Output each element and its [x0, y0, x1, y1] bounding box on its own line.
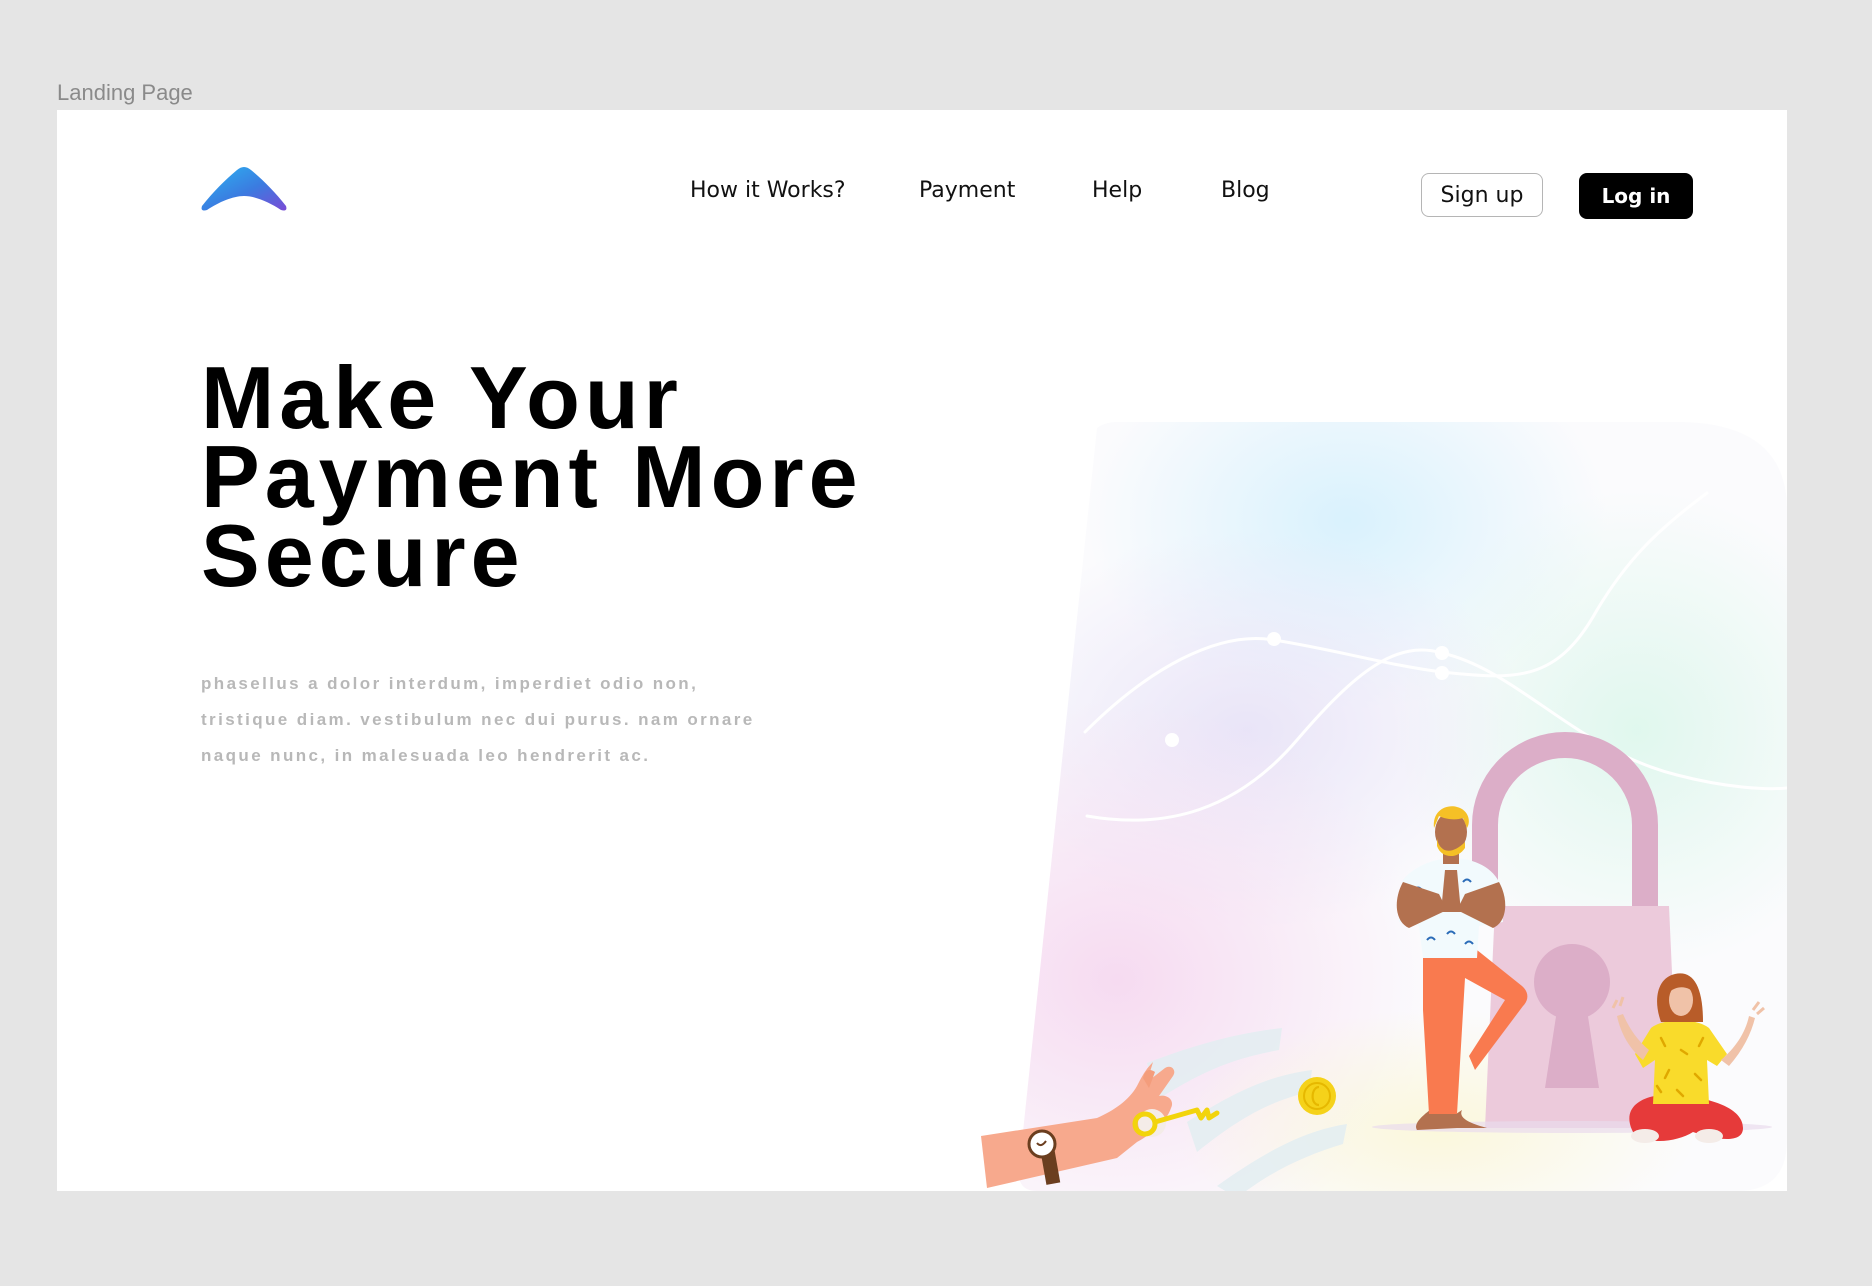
coin-icon — [1298, 1077, 1336, 1115]
hero-illustration — [917, 310, 1787, 1191]
hero-description-line: phasellus a dolor interdum, imperdiet od… — [201, 674, 699, 693]
nav-payment[interactable]: Payment — [919, 178, 1015, 203]
hero-title-line: Payment More — [201, 427, 863, 526]
frame-label: Landing Page — [57, 80, 193, 105]
login-button[interactable]: Log in — [1579, 173, 1693, 219]
hero-title-line: Secure — [201, 506, 525, 605]
signup-button[interactable]: Sign up — [1421, 173, 1543, 217]
nav-how-it-works[interactable]: How it Works? — [690, 178, 846, 203]
landing-page-frame: How it Works? Payment Help Blog Sign up … — [57, 110, 1787, 1191]
hero-description-line: naque nunc, in malesuada leo hendrerit a… — [201, 746, 651, 765]
hero-title: Make Your Payment More Secure — [201, 348, 1021, 605]
hero-title-line: Make Your — [201, 348, 683, 447]
hero-description-line: tristique diam. vestibulum nec dui purus… — [201, 710, 755, 729]
hero-description: phasellus a dolor interdum, imperdiet od… — [201, 666, 841, 774]
nav-help[interactable]: Help — [1092, 178, 1142, 203]
nav-blog[interactable]: Blog — [1221, 178, 1270, 203]
